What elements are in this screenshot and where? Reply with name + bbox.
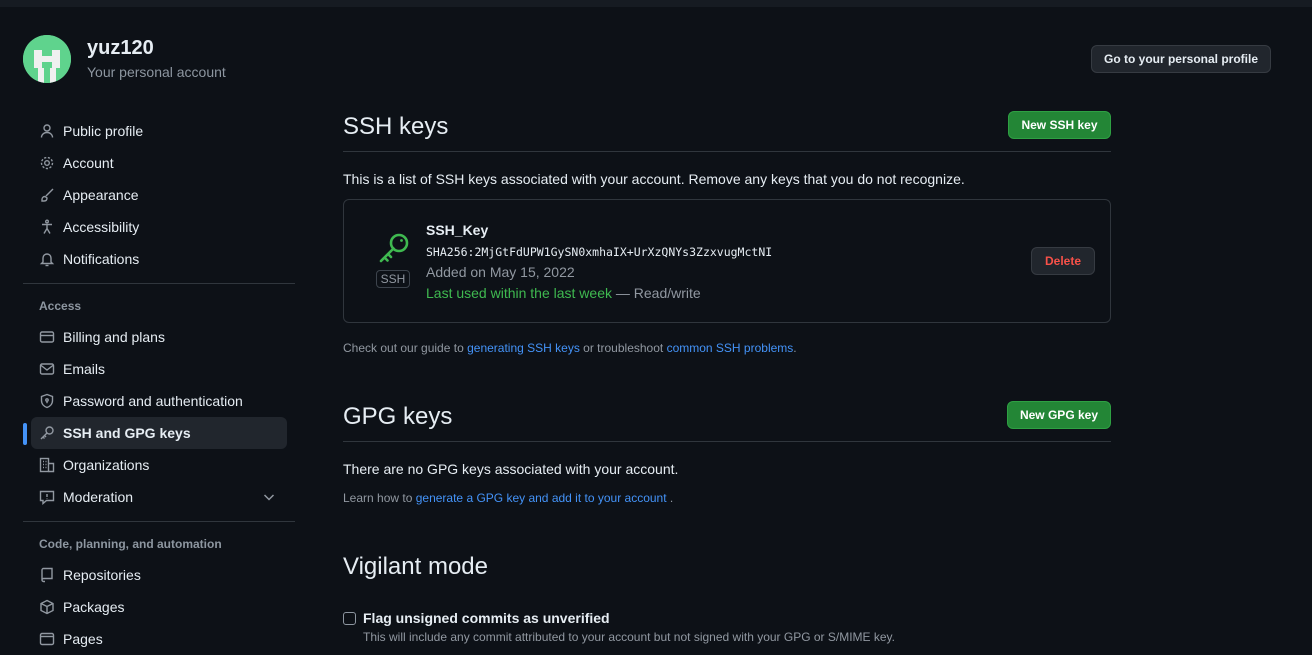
sidebar-item-label: Packages [63, 599, 125, 615]
ssh-key-access: — Read/write [615, 285, 701, 301]
sidebar-item-public-profile[interactable]: Public profile [31, 115, 287, 147]
sidebar-item-label: Pages [63, 631, 103, 647]
guide-prefix: Check out our guide to [343, 341, 464, 355]
ssh-badge: SSH [376, 270, 410, 288]
sidebar-item-label: Account [63, 155, 114, 171]
sidebar-item-label: Notifications [63, 251, 140, 267]
key-icon [379, 233, 409, 263]
bell-icon [39, 251, 55, 267]
sidebar-item-accessibility[interactable]: Accessibility [31, 211, 287, 243]
sidebar-item-repositories[interactable]: Repositories [31, 559, 287, 591]
organization-icon [39, 457, 55, 473]
guide-middle: or troubleshoot [583, 341, 664, 355]
delete-ssh-key-button[interactable]: Delete [1031, 247, 1095, 275]
ssh-guide-note: Check out our guide to generating SSH ke… [343, 341, 797, 355]
generate-gpg-key-link[interactable]: generate a GPG key and add it to your ac… [416, 491, 667, 505]
repo-icon [39, 567, 55, 583]
identicon-icon [23, 35, 71, 83]
sidebar-item-label: Accessibility [63, 219, 140, 235]
browser-icon [39, 631, 55, 647]
sidebar-item-organizations[interactable]: Organizations [31, 449, 287, 481]
new-gpg-key-button[interactable]: New GPG key [1007, 401, 1111, 429]
sidebar-item-password-auth[interactable]: Password and authentication [31, 385, 287, 417]
sidebar-item-packages[interactable]: Packages [31, 591, 287, 623]
sidebar-item-label: SSH and GPG keys [63, 425, 191, 441]
ssh-key-card: SSH SSH_Key SHA256:2MjGtFdUPW1GySN0xmhaI… [343, 199, 1111, 323]
avatar[interactable] [23, 35, 71, 83]
sidebar-item-label: Emails [63, 361, 106, 377]
flag-unsigned-commits-checkbox[interactable] [343, 612, 356, 625]
sidebar-item-label: Appearance [63, 187, 139, 203]
sidebar-item-label: Password and authentication [63, 393, 243, 409]
gpg-heading-rule [343, 441, 1111, 442]
active-indicator [23, 423, 27, 445]
generating-ssh-keys-link[interactable]: generating SSH keys [467, 341, 580, 355]
gpg-keys-heading: GPG keys [343, 403, 453, 430]
sidebar-divider [23, 521, 295, 522]
gear-icon [39, 155, 55, 171]
sidebar-item-moderation[interactable]: Moderation [31, 481, 287, 513]
sidebar-item-ssh-gpg-keys[interactable]: SSH and GPG keys [31, 417, 287, 449]
sidebar-section-access: Access [39, 299, 82, 313]
credit-card-icon [39, 329, 55, 345]
sidebar-item-appearance[interactable]: Appearance [31, 179, 287, 211]
common-ssh-problems-link[interactable]: common SSH problems [667, 341, 794, 355]
shield-lock-icon [39, 393, 55, 409]
accessibility-icon [39, 219, 55, 235]
learn-prefix: Learn how to [343, 491, 413, 505]
ssh-description: This is a list of SSH keys associated wi… [343, 171, 965, 187]
ssh-keys-heading: SSH keys [343, 113, 449, 140]
ssh-key-last-used: Last used within the last week [426, 285, 612, 301]
sidebar-item-label: Billing and plans [63, 329, 165, 345]
sidebar-item-label: Moderation [63, 489, 134, 505]
report-icon [39, 489, 55, 505]
chevron-down-icon[interactable] [261, 489, 277, 505]
gpg-learn-note: Learn how to generate a GPG key and add … [343, 491, 673, 505]
guide-suffix: . [793, 341, 797, 355]
paintbrush-icon [39, 187, 55, 203]
vigilant-mode-note: This will include any commit attributed … [363, 630, 896, 644]
package-icon [39, 599, 55, 615]
ssh-key-usage: Last used within the last week — Read/wr… [426, 285, 701, 301]
top-bar [0, 0, 1312, 7]
key-icon [39, 425, 55, 441]
username[interactable]: yuz120 [87, 37, 154, 60]
sidebar-item-billing[interactable]: Billing and plans [31, 321, 287, 353]
sidebar-item-pages[interactable]: Pages [31, 623, 287, 655]
ssh-heading-rule [343, 151, 1111, 152]
sidebar-item-account[interactable]: Account [31, 147, 287, 179]
learn-suffix: . [669, 491, 674, 505]
sidebar-item-notifications[interactable]: Notifications [31, 243, 287, 275]
go-to-profile-button[interactable]: Go to your personal profile [1091, 45, 1271, 73]
vigilant-mode-heading: Vigilant mode [343, 553, 488, 580]
new-ssh-key-button[interactable]: New SSH key [1008, 111, 1111, 139]
sidebar-section-code: Code, planning, and automation [39, 537, 222, 551]
ssh-key-fingerprint: SHA256:2MjGtFdUPW1GySN0xmhaIX+UrXzQNYs3Z… [426, 245, 773, 259]
person-icon [39, 123, 55, 139]
sidebar-item-label: Organizations [63, 457, 150, 473]
gpg-empty-text: There are no GPG keys associated with yo… [343, 461, 679, 477]
sidebar-item-emails[interactable]: Emails [31, 353, 287, 385]
sidebar-item-label: Public profile [63, 123, 144, 139]
sidebar-divider [23, 283, 295, 284]
sidebar-item-label: Repositories [63, 567, 141, 583]
account-subtitle: Your personal account [87, 64, 226, 80]
ssh-key-added-date: Added on May 15, 2022 [426, 264, 575, 280]
mail-icon [39, 361, 55, 377]
flag-unsigned-commits-label[interactable]: Flag unsigned commits as unverified [363, 610, 610, 626]
ssh-key-name: SSH_Key [426, 222, 489, 238]
